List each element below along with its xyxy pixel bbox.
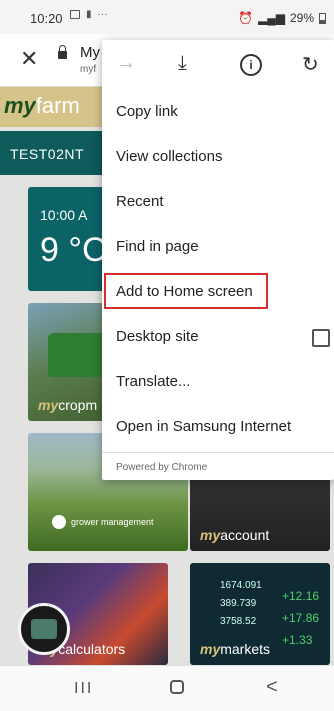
highlight-box — [104, 273, 268, 309]
lock-icon[interactable] — [58, 45, 67, 59]
system-navigation-bar: III < — [0, 665, 334, 711]
menu-item-translate[interactable]: Translate... — [102, 360, 334, 404]
floating-action-button[interactable] — [18, 603, 70, 655]
menu-item-recent[interactable]: Recent — [102, 180, 334, 224]
page-title[interactable]: My — [80, 44, 100, 61]
ellipsis-icon: ··· — [97, 9, 108, 20]
grower-logo: grower management — [52, 515, 154, 529]
account-code[interactable]: TEST02NT — [10, 146, 84, 162]
browser-overflow-menu: → ⤓ i ↻ Copy link View collections Recen… — [102, 40, 334, 480]
tile-label: mymarkets — [200, 641, 271, 657]
checkbox-icon[interactable] — [312, 329, 330, 347]
alarm-icon: ⏰ — [238, 11, 253, 25]
page-url[interactable]: myf — [80, 64, 96, 75]
menu-item-open-in-samsung-internet[interactable]: Open in Samsung Internet — [102, 405, 334, 449]
home-icon[interactable] — [170, 680, 184, 694]
recent-apps-icon[interactable]: III — [74, 680, 93, 698]
notification-icon: ▮ — [86, 9, 92, 20]
tile-markets[interactable]: 1674.091 389.739 3758.52 +12.16 +17.86 +… — [190, 563, 330, 665]
notification-icons: ▮ ··· — [70, 9, 108, 20]
system-icons: ⏰ ▂▄▆ 29% — [238, 11, 326, 25]
info-icon[interactable]: i — [240, 54, 262, 76]
battery-percent: 29% — [289, 11, 314, 25]
market-ticker: 1674.091 389.739 3758.52 — [220, 580, 262, 627]
gallery-icon — [70, 10, 80, 19]
download-icon[interactable]: ⤓ — [178, 52, 187, 75]
battery-icon — [319, 12, 326, 24]
forward-arrow-icon[interactable]: → — [116, 52, 136, 75]
status-time: 10:20 — [30, 11, 63, 26]
weather-temperature: 9 °C — [40, 231, 107, 269]
back-icon[interactable]: < — [266, 676, 278, 699]
tile-label: mycropm — [38, 397, 98, 413]
menu-toolbar: → ⤓ i ↻ — [102, 40, 334, 90]
tile-label: myaccount — [200, 527, 270, 543]
menu-item-copy-link[interactable]: Copy link — [102, 90, 334, 134]
brand-logo[interactable]: myfarm — [4, 93, 80, 119]
signal-icon: ▂▄▆ — [258, 11, 285, 25]
status-bar: 10:20 ▮ ··· ⏰ ▂▄▆ 29% — [0, 0, 334, 34]
close-icon[interactable]: ✕ — [20, 46, 38, 72]
powered-by-text: Powered by Chrome — [116, 462, 208, 473]
menu-divider — [102, 452, 334, 453]
weather-time: 10:00 A — [40, 207, 88, 223]
menu-item-view-collections[interactable]: View collections — [102, 135, 334, 179]
menu-item-desktop-site[interactable]: Desktop site — [102, 315, 334, 359]
menu-item-find-in-page[interactable]: Find in page — [102, 225, 334, 269]
refresh-icon[interactable]: ↻ — [302, 52, 319, 77]
market-changes: +12.16 +17.86 +1.33 — [282, 589, 320, 647]
